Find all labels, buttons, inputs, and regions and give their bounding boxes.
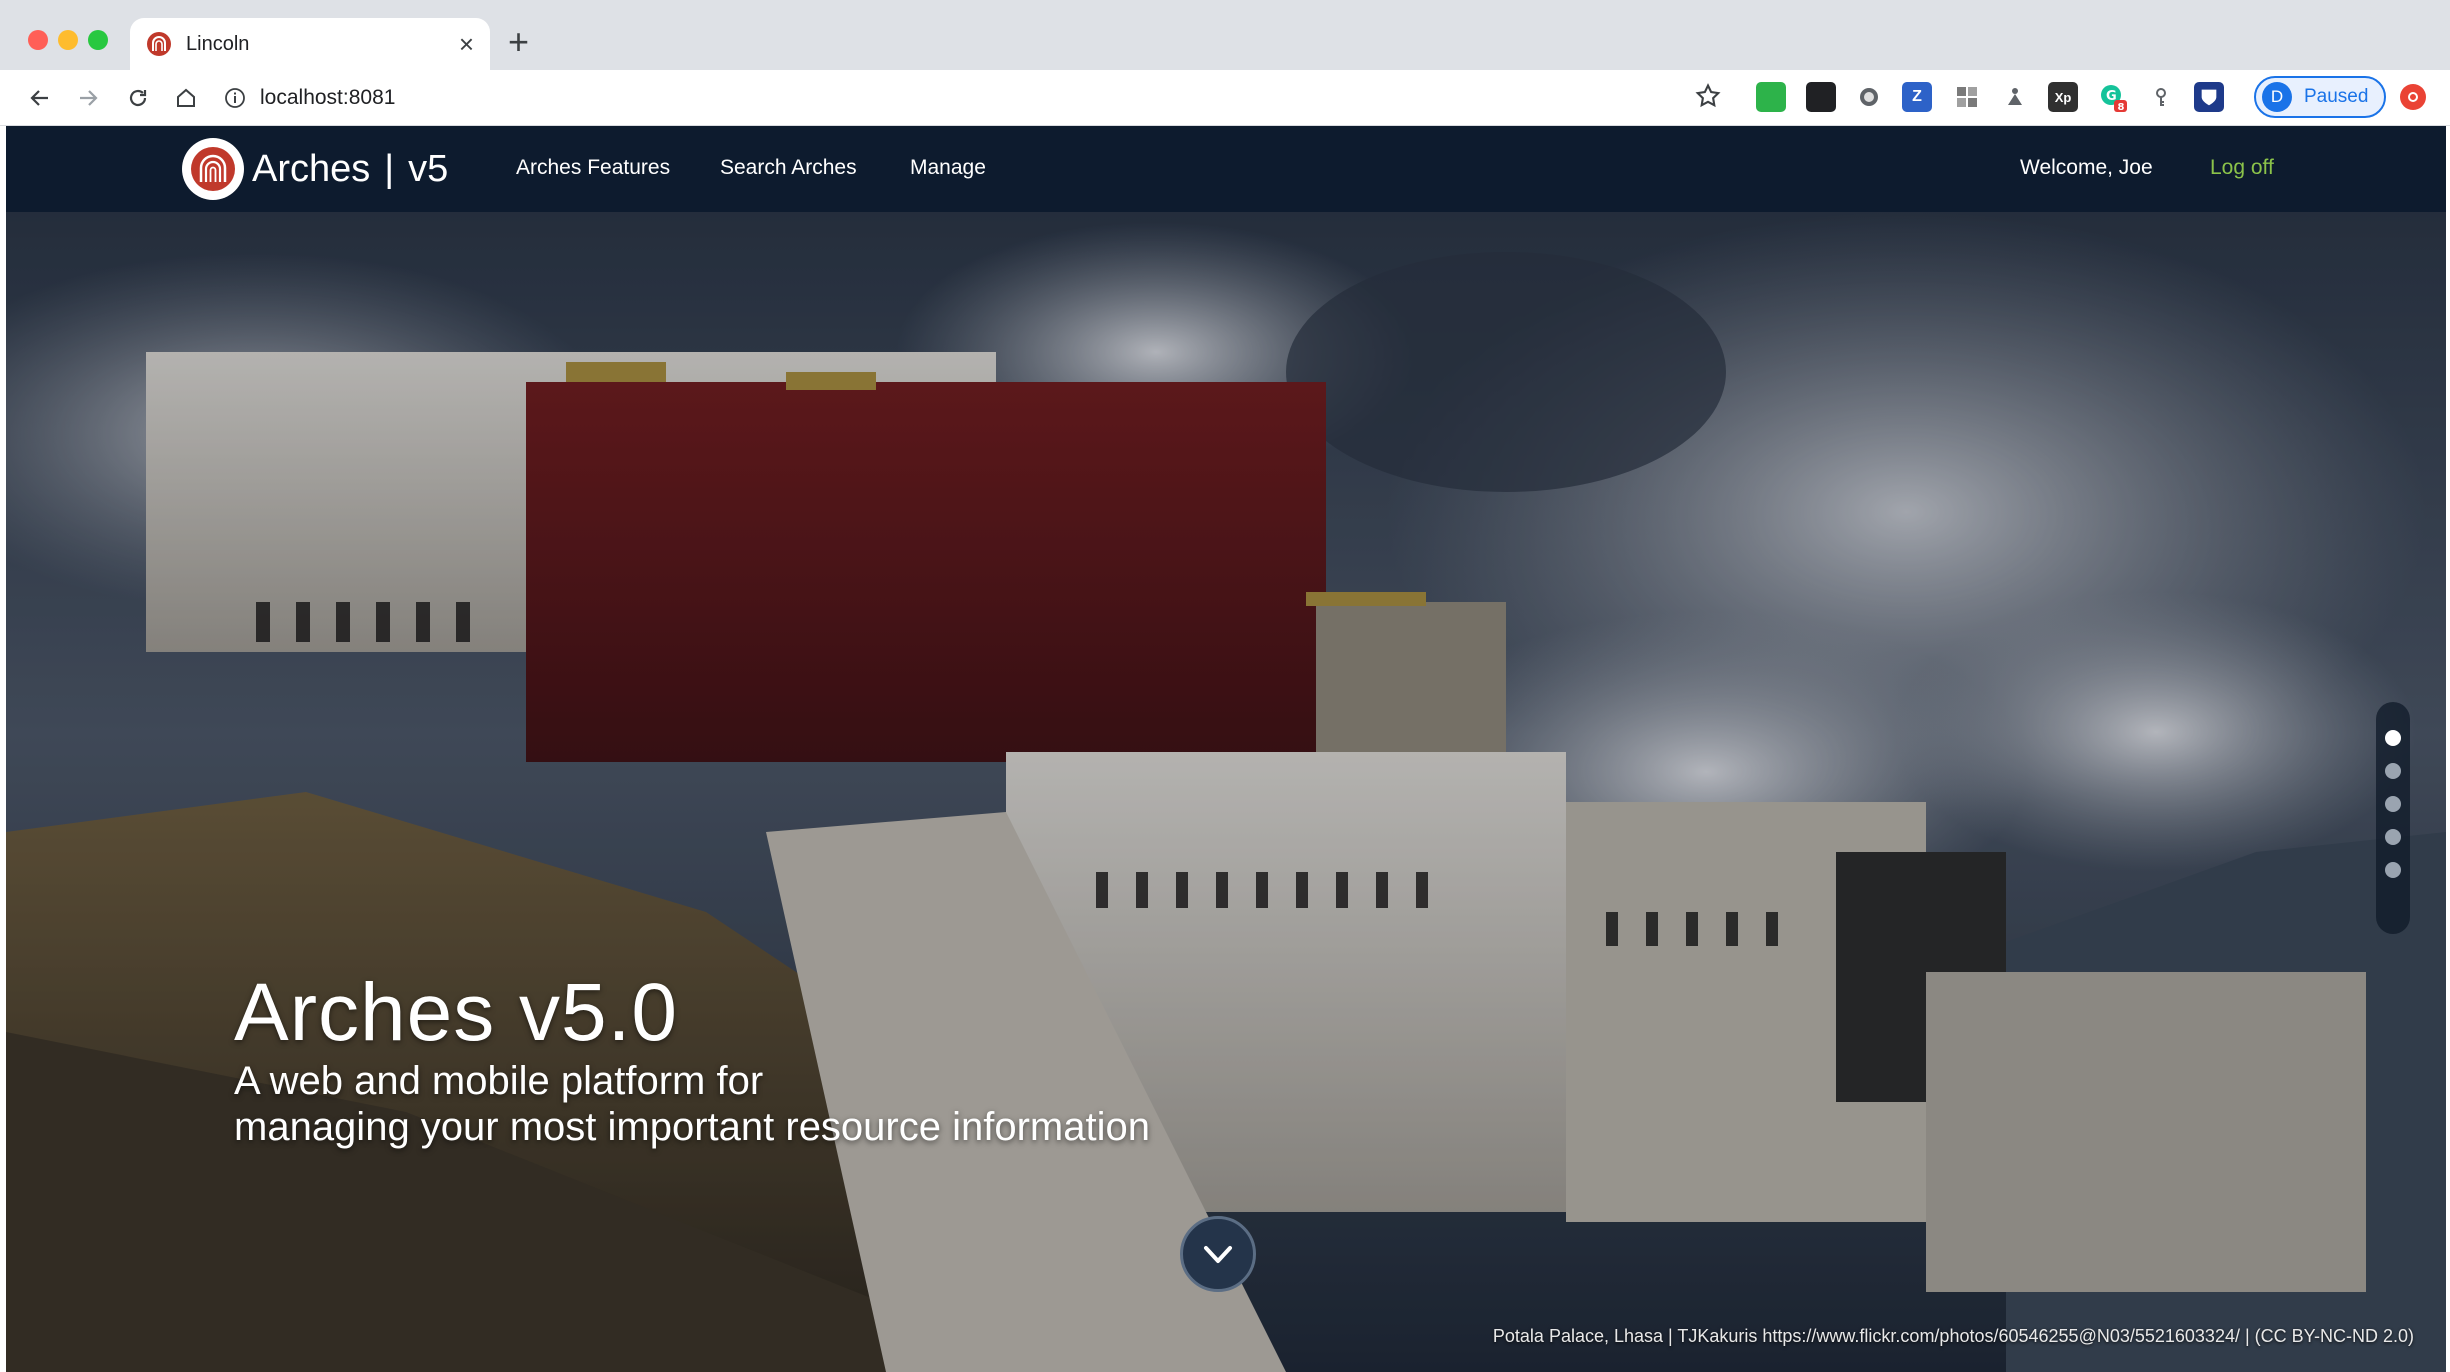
image-credit[interactable]: Potala Palace, Lhasa | TJKakuris https:/… (1493, 1326, 2414, 1347)
circle-extension-icon[interactable] (1854, 82, 1884, 112)
nav-manage[interactable]: Manage (910, 156, 986, 180)
slide-dot-4[interactable] (2385, 829, 2401, 845)
xp-extension-icon[interactable]: Xp (2048, 82, 2078, 112)
bookmark-star-icon[interactable] (1694, 82, 1722, 115)
new-tab-button[interactable]: + (508, 24, 529, 60)
slide-dot-1[interactable] (2385, 730, 2401, 746)
home-icon[interactable] (168, 80, 204, 116)
hero-subtitle-line-1: A web and mobile platform for (234, 1059, 764, 1103)
browser-tab-strip: Lincoln × + (0, 0, 2450, 70)
hero-title: Arches v5.0 (234, 967, 678, 1058)
brand-separator: | (384, 147, 395, 190)
browser-tab-active[interactable]: Lincoln × (130, 18, 490, 70)
arches-favicon-icon (147, 32, 171, 56)
address-url: localhost:8081 (260, 86, 396, 109)
logoff-link[interactable]: Log off (2210, 156, 2274, 180)
slide-dot-3[interactable] (2385, 796, 2401, 812)
window-minimize-button[interactable] (58, 30, 78, 50)
brand-name: Arches (252, 147, 371, 190)
grammarly-extension-icon[interactable]: G8 (2098, 82, 2128, 112)
brand-version: v5 (408, 147, 449, 190)
window-close-button[interactable] (28, 30, 48, 50)
hero-section: Arches v5.0 A web and mobile platform fo… (6, 212, 2446, 1372)
grid-extension-icon[interactable] (1952, 82, 1982, 112)
browser-toolbar: localhost:8081 Z Xp G8 D Paused (0, 70, 2450, 126)
profile-status: Paused (2304, 86, 2369, 107)
key-extension-icon[interactable] (2146, 82, 2176, 112)
page-viewport: Arches | v5 Arches Features Search Arche… (6, 126, 2446, 1372)
extension-badge-count: 8 (2118, 102, 2125, 112)
profile-avatar: D (2262, 82, 2292, 112)
chevron-down-icon (1204, 1246, 1232, 1263)
printer-extension-icon[interactable] (1806, 82, 1836, 112)
back-arrow-icon[interactable] (22, 80, 58, 116)
zotero-extension-icon[interactable]: Z (1902, 82, 1932, 112)
figure-extension-icon[interactable] (2000, 82, 2030, 112)
slide-pager (2376, 702, 2410, 934)
profile-button[interactable]: D Paused (2254, 76, 2386, 118)
window-maximize-button[interactable] (88, 30, 108, 50)
evernote-extension-icon[interactable] (1756, 82, 1786, 112)
reload-icon[interactable] (120, 80, 156, 116)
arches-logo-icon (182, 138, 244, 200)
hero-background-image (6, 212, 2446, 1372)
scroll-down-button[interactable] (1180, 1216, 1256, 1292)
tab-close-icon[interactable]: × (459, 31, 474, 57)
slide-dot-2[interactable] (2385, 763, 2401, 779)
browser-menu-icon[interactable] (2400, 84, 2426, 110)
welcome-text: Welcome, Joe (2020, 156, 2153, 179)
hero-subtitle: A web and mobile platform for managing y… (234, 1058, 1294, 1150)
slide-dot-5[interactable] (2385, 862, 2401, 878)
address-bar[interactable]: localhost:8081 (224, 76, 1744, 120)
nav-search-arches[interactable]: Search Arches (720, 156, 857, 180)
hero-subtitle-line-2: managing your most important resource in… (234, 1105, 1150, 1149)
shield-extension-icon[interactable] (2194, 82, 2224, 112)
brand-link[interactable]: Arches | v5 (182, 138, 448, 200)
tab-title: Lincoln (186, 32, 250, 55)
nav-arches-features[interactable]: Arches Features (516, 156, 670, 180)
app-navbar: Arches | v5 Arches Features Search Arche… (6, 126, 2446, 212)
forward-arrow-icon[interactable] (70, 80, 106, 116)
site-info-icon[interactable] (224, 87, 246, 109)
